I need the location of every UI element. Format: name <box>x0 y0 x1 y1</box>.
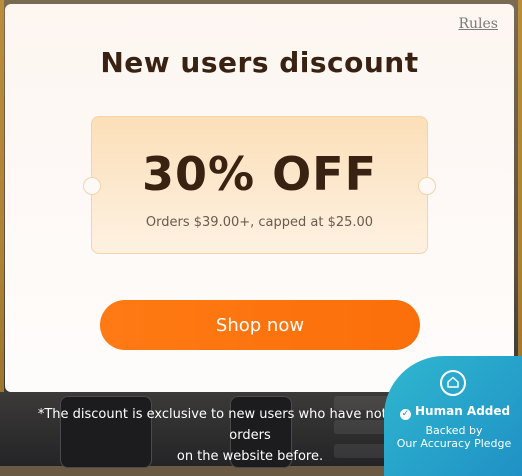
check-icon: ✓ <box>400 409 411 420</box>
badge-subtitle-line-1: Backed by <box>425 424 483 437</box>
badge-title: ✓ Human Added <box>400 404 510 420</box>
discount-coupon: 30% OFF Orders $39.00+, capped at $25.00 <box>83 116 436 254</box>
rules-link[interactable]: Rules <box>458 16 498 32</box>
badge-title-text: Human Added <box>415 404 511 418</box>
badge-subtitle-line-2: Our Accuracy Pledge <box>396 437 512 450</box>
human-added-badge[interactable]: ✓ Human Added Backed by Our Accuracy Pled… <box>384 356 522 476</box>
discount-conditions: Orders $39.00+, capped at $25.00 <box>145 215 374 230</box>
home-shield-icon <box>440 370 466 396</box>
discount-amount: 30% OFF <box>141 147 378 201</box>
discount-modal: Rules New users discount 30% OFF Orders … <box>5 4 514 392</box>
shop-now-button[interactable]: Shop now <box>100 300 420 350</box>
modal-title: New users discount <box>100 46 419 79</box>
